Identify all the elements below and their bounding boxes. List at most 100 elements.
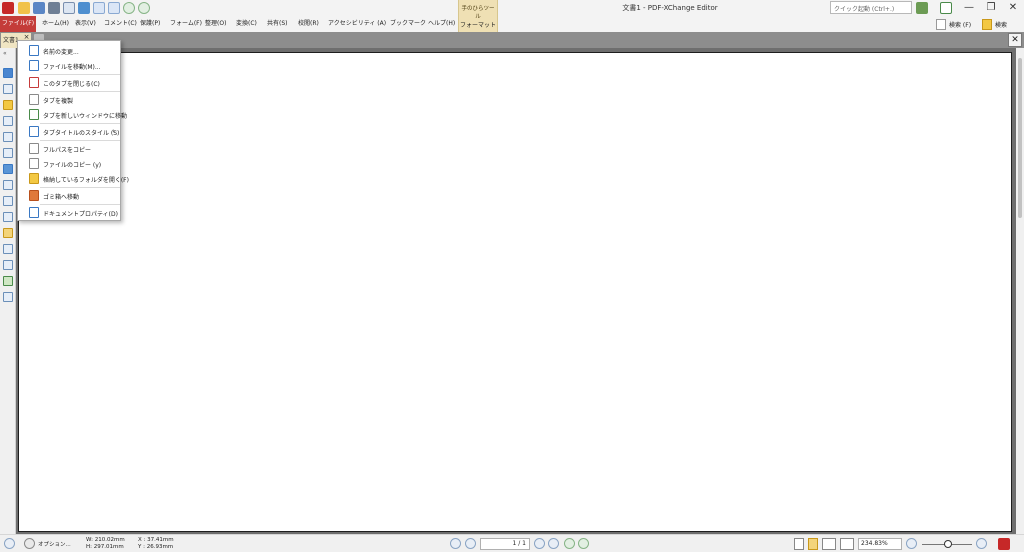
- facing-continuous-view-icon[interactable]: [840, 538, 854, 550]
- menu-item-duplicate-tab[interactable]: タブを複製: [19, 92, 121, 107]
- scrollbar-thumb[interactable]: [1018, 58, 1022, 218]
- email-icon[interactable]: [63, 2, 75, 14]
- fullscreen-icon[interactable]: [940, 2, 952, 14]
- restore-button[interactable]: ❐: [980, 0, 1002, 16]
- continuous-view-icon[interactable]: [808, 538, 818, 550]
- menu-accessibility[interactable]: アクセシビリティ (A): [328, 16, 386, 32]
- menu-item-move-file[interactable]: ファイルを移動(M)...: [19, 58, 121, 73]
- zoom-slider-thumb[interactable]: [944, 540, 952, 548]
- menu-home[interactable]: ホーム(H): [42, 16, 69, 32]
- menu-convert[interactable]: 変換(C): [236, 16, 257, 32]
- bookmarks-panel-icon[interactable]: [3, 68, 13, 78]
- left-sidebar: «: [0, 48, 16, 534]
- tab-format[interactable]: フォーマット: [459, 20, 497, 29]
- sidebar-collapse-icon[interactable]: «: [3, 50, 7, 57]
- menu-view[interactable]: 表示(V): [75, 16, 96, 32]
- back-icon[interactable]: [123, 2, 135, 14]
- forward-icon[interactable]: [138, 2, 150, 14]
- last-page-icon[interactable]: [548, 538, 559, 549]
- attachments-panel-icon[interactable]: [3, 116, 13, 126]
- menu-item-tab-title-style[interactable]: タブタイトルのスタイル (S) ›: [19, 124, 121, 139]
- sidebar-toggle-icon[interactable]: [4, 538, 15, 549]
- menu-item-label: 格納しているフォルダを開く(F): [43, 177, 129, 184]
- menu-share[interactable]: 共有(S): [267, 16, 288, 32]
- thumbnails-panel-icon[interactable]: [3, 84, 13, 94]
- content-panel-icon[interactable]: [3, 244, 13, 254]
- options-gear-icon[interactable]: [24, 538, 35, 549]
- layers-panel-icon[interactable]: [3, 132, 13, 142]
- single-page-view-icon[interactable]: [794, 538, 804, 550]
- cursor-y: Y : 26.93mm: [138, 544, 174, 550]
- properties-panel-icon[interactable]: [3, 260, 13, 270]
- menu-protect[interactable]: 保護(P): [140, 16, 160, 32]
- menu-item-move-tab-new-window[interactable]: タブを新しいウィンドウに移動: [19, 107, 127, 122]
- undo-icon[interactable]: [93, 2, 105, 14]
- copy-file-icon: [29, 158, 39, 169]
- menu-comment[interactable]: コメント(C): [104, 16, 137, 32]
- print-icon[interactable]: [48, 2, 60, 14]
- destinations-panel-icon[interactable]: [3, 148, 13, 158]
- close-tab-icon: [29, 77, 39, 88]
- quick-launch-input[interactable]: クイック起動 (Ctrl+.): [830, 1, 912, 14]
- menu-item-label: ゴミ箱へ移動: [43, 194, 80, 201]
- zoom-out-icon[interactable]: [906, 538, 917, 549]
- file-tab-context-menu: 名前の変更... ファイルを移動(M)... このタブを閉じる(C) タブを複製…: [17, 40, 129, 221]
- facing-view-icon[interactable]: [822, 538, 836, 550]
- forward-view-icon[interactable]: [578, 538, 589, 549]
- search-button-2[interactable]: 検索: [982, 17, 1007, 31]
- tags-panel-icon[interactable]: [3, 212, 13, 222]
- first-page-icon[interactable]: [450, 538, 461, 549]
- vertical-scrollbar[interactable]: [1016, 48, 1024, 534]
- menu-bar: ホーム(H) 表示(V) コメント(C) 保護(P) フォーム(F) 整理(O)…: [0, 16, 1024, 32]
- new-window-icon: [29, 109, 39, 120]
- menu-file[interactable]: ファイル(F): [0, 16, 36, 32]
- zoom-in-icon[interactable]: [976, 538, 987, 549]
- info-panel-icon[interactable]: [3, 292, 13, 302]
- context-tab-hand-tool[interactable]: 手のひらツール フォーマット: [458, 0, 498, 32]
- close-document-button[interactable]: ✕: [1008, 33, 1022, 47]
- menu-help[interactable]: ヘルプ(H): [428, 16, 455, 32]
- ocr-panel-icon[interactable]: [3, 276, 13, 286]
- close-button[interactable]: ✕: [1002, 0, 1024, 16]
- menu-organize[interactable]: 整理(O): [205, 16, 226, 32]
- redo-icon[interactable]: [108, 2, 120, 14]
- search-button[interactable]: 検索 (F): [936, 17, 971, 31]
- menu-item-close-tab[interactable]: このタブを閉じる(C): [19, 75, 121, 90]
- structure-panel-icon[interactable]: [3, 164, 13, 174]
- search-label: 検索 (F): [949, 21, 972, 29]
- fields-panel-icon[interactable]: [3, 180, 13, 190]
- open-folder-icon[interactable]: [18, 2, 30, 14]
- back-view-icon[interactable]: [564, 538, 575, 549]
- minimize-button[interactable]: —: [958, 0, 980, 16]
- next-page-icon[interactable]: [534, 538, 545, 549]
- menu-item-document-properties[interactable]: ドキュメントプロパティ(D): [19, 205, 121, 220]
- options-button[interactable]: オプション...: [38, 540, 71, 548]
- cloud-upload-icon[interactable]: [78, 2, 90, 14]
- menu-item-rename[interactable]: 名前の変更...: [19, 43, 121, 58]
- links-panel-icon[interactable]: [3, 228, 13, 238]
- menu-item-copy-full-path[interactable]: フルパスをコピー: [19, 141, 121, 156]
- menu-item-move-to-trash[interactable]: ゴミ箱へ移動: [19, 188, 121, 203]
- menu-item-label: ファイルを移動(M)...: [43, 64, 101, 71]
- menu-bookmark[interactable]: ブックマーク: [390, 16, 426, 32]
- signatures-panel-icon[interactable]: [3, 196, 13, 206]
- menu-item-copy-file[interactable]: ファイルのコピー (y): [19, 156, 121, 171]
- zoom-level-input[interactable]: 234.83%: [858, 538, 902, 550]
- menu-form[interactable]: フォーム(F): [170, 16, 202, 32]
- app-logo-icon: [2, 2, 14, 14]
- status-bar: オプション... W: 210.02mm H: 297.01mm X : 37.…: [0, 534, 1024, 552]
- settings-icon[interactable]: [916, 2, 928, 14]
- page-number-input[interactable]: 1 / 1: [480, 538, 530, 550]
- previous-page-icon[interactable]: [465, 538, 476, 549]
- document-area: [16, 48, 1016, 534]
- menu-item-open-containing-folder[interactable]: 格納しているフォルダを開く(F): [19, 171, 129, 186]
- menu-review[interactable]: 校閲(R): [298, 16, 319, 32]
- menu-item-label: フルパスをコピー: [43, 147, 92, 154]
- pdf-xchange-icon[interactable]: [998, 538, 1010, 550]
- context-group-label: 手のひらツール: [461, 6, 495, 20]
- comments-panel-icon[interactable]: [3, 100, 13, 110]
- save-icon[interactable]: [33, 2, 45, 14]
- pdf-page[interactable]: [18, 52, 1012, 532]
- menu-item-label: ドキュメントプロパティ(D): [43, 211, 118, 218]
- document-tab-strip: 文書1 × ✕: [0, 32, 1024, 48]
